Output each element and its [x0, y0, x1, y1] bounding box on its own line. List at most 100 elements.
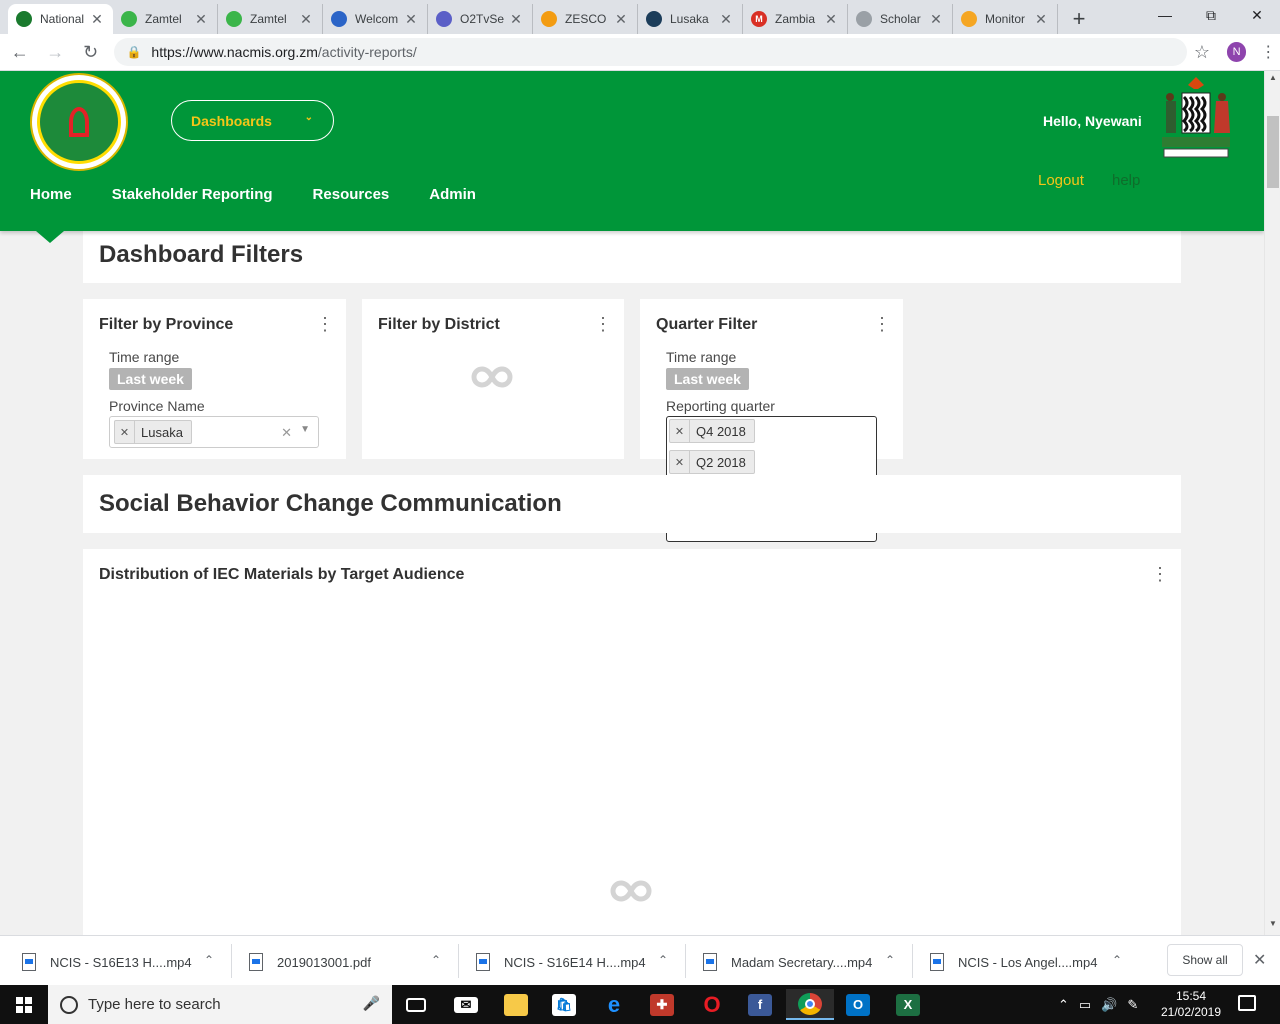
- browser-tab[interactable]: O2TvSe ✕: [428, 4, 533, 34]
- reload-button[interactable]: ↻: [75, 36, 106, 68]
- store-icon[interactable]: 🛍: [540, 989, 588, 1020]
- close-tab-icon[interactable]: ✕: [508, 11, 524, 28]
- scroll-down-icon[interactable]: ▼: [1265, 919, 1280, 933]
- close-tab-icon[interactable]: ✕: [298, 11, 314, 28]
- scroll-up-icon[interactable]: ▲: [1265, 73, 1280, 87]
- chrome-icon[interactable]: [786, 989, 834, 1020]
- nav-admin[interactable]: Admin: [429, 186, 476, 203]
- time-range-pill[interactable]: Last week: [109, 368, 192, 390]
- close-downloads-icon[interactable]: ✕: [1253, 950, 1266, 970]
- download-item[interactable]: 2019013001.pdf ⌃: [249, 947, 441, 977]
- start-button[interactable]: [0, 985, 48, 1024]
- tab-favicon-icon: M: [751, 11, 767, 27]
- taskbar-clock[interactable]: 15:54 21/02/2019: [1155, 988, 1227, 1020]
- browser-tab[interactable]: Zamtel ✕: [218, 4, 323, 34]
- new-tab-button[interactable]: +: [1064, 4, 1094, 34]
- select-arrow-icon[interactable]: ▼: [300, 424, 310, 435]
- browser-tab[interactable]: M Zambia ✕: [743, 4, 848, 34]
- dashboards-dropdown[interactable]: Dashboards ⌄: [171, 100, 334, 141]
- nac-logo[interactable]: [30, 73, 128, 171]
- tab-title: Monitor: [985, 12, 1026, 26]
- close-tab-icon[interactable]: ✕: [823, 11, 839, 28]
- remove-tag-icon[interactable]: ✕: [670, 420, 690, 442]
- download-item[interactable]: NCIS - S16E13 H....mp4 ⌃: [22, 947, 214, 977]
- more-options-icon[interactable]: ⋮: [873, 315, 891, 333]
- scrollbar-thumb[interactable]: [1267, 116, 1279, 188]
- close-tab-icon[interactable]: ✕: [403, 11, 419, 28]
- file-icon: [476, 953, 490, 971]
- close-tab-icon[interactable]: ✕: [718, 11, 734, 28]
- download-item[interactable]: NCIS - S16E14 H....mp4 ⌃: [476, 947, 668, 977]
- filter-by-province-card: Filter by Province ⋮ Time range Last wee…: [83, 299, 346, 459]
- taskbar-search-box[interactable]: Type here to search 🎤: [48, 985, 392, 1024]
- close-tab-icon[interactable]: ✕: [193, 11, 209, 28]
- browser-tab[interactable]: ZESCO ✕: [533, 4, 638, 34]
- browser-tab[interactable]: Welcom ✕: [323, 4, 428, 34]
- tab-title: O2TvSe: [460, 12, 505, 26]
- facebook-icon[interactable]: f: [736, 989, 784, 1020]
- page-scrollbar[interactable]: ▲ ▼: [1264, 71, 1280, 935]
- windows-taskbar: Type here to search 🎤 ✉ 🛍 e ✚ O f O X ⌃ …: [0, 985, 1280, 1024]
- volume-icon[interactable]: 🔊: [1101, 997, 1117, 1013]
- file-icon: [22, 953, 36, 971]
- chevron-up-icon[interactable]: ⌃: [431, 953, 441, 967]
- action-center-icon[interactable]: [1238, 995, 1256, 1011]
- pen-icon[interactable]: ✎: [1127, 997, 1138, 1013]
- browser-tab[interactable]: Zamtel ✕: [113, 4, 218, 34]
- profile-avatar[interactable]: N: [1226, 42, 1247, 62]
- clear-select-icon[interactable]: ✕: [281, 425, 292, 441]
- chevron-up-icon[interactable]: ⌃: [658, 953, 668, 967]
- browser-tab[interactable]: Scholar ✕: [848, 4, 953, 34]
- logout-link[interactable]: Logout: [1038, 172, 1084, 189]
- tab-favicon-icon: [226, 11, 242, 27]
- excel-icon[interactable]: X: [884, 989, 932, 1020]
- chevron-up-icon[interactable]: ⌃: [885, 953, 895, 967]
- file-icon: [930, 953, 944, 971]
- close-window-button[interactable]: ✕: [1234, 0, 1280, 30]
- nav-home[interactable]: Home: [30, 186, 72, 203]
- task-view-icon[interactable]: [392, 989, 440, 1020]
- edge-icon[interactable]: e: [590, 989, 638, 1020]
- province-tag: ✕ Lusaka: [114, 420, 192, 444]
- close-tab-icon[interactable]: ✕: [89, 11, 105, 28]
- browser-menu-icon[interactable]: ⋮: [1256, 42, 1280, 62]
- download-filename: NCIS - Los Angel....mp4: [958, 954, 1098, 970]
- help-link[interactable]: help: [1112, 172, 1140, 189]
- close-tab-icon[interactable]: ✕: [928, 11, 944, 28]
- url-input[interactable]: 🔒 https://www.nacmis.org.zm/activity-rep…: [114, 38, 1188, 66]
- minimize-button[interactable]: —: [1142, 0, 1188, 30]
- battery-icon[interactable]: ▭: [1079, 997, 1091, 1013]
- province-select[interactable]: ✕ Lusaka ✕ ▼: [109, 416, 319, 448]
- show-all-downloads-button[interactable]: Show all: [1167, 944, 1243, 976]
- mail-icon[interactable]: ✉: [442, 989, 490, 1020]
- file-explorer-icon[interactable]: [492, 989, 540, 1020]
- bookmark-star-icon[interactable]: ☆: [1187, 42, 1217, 63]
- opera-icon[interactable]: O: [688, 989, 736, 1020]
- maximize-button[interactable]: ⧉: [1188, 0, 1234, 30]
- chevron-up-icon[interactable]: ⌃: [1058, 997, 1069, 1013]
- download-item[interactable]: NCIS - Los Angel....mp4 ⌃: [930, 947, 1122, 977]
- chevron-up-icon[interactable]: ⌃: [1112, 953, 1122, 967]
- remove-tag-icon[interactable]: ✕: [670, 451, 690, 473]
- nav-stakeholder-reporting[interactable]: Stakeholder Reporting: [112, 186, 273, 203]
- browser-tab[interactable]: National ✕: [8, 4, 113, 34]
- back-button[interactable]: ←: [4, 36, 35, 68]
- forward-button[interactable]: →: [39, 36, 70, 68]
- time-range-pill[interactable]: Last week: [666, 368, 749, 390]
- outlook-icon[interactable]: O: [834, 989, 882, 1020]
- nav-resources[interactable]: Resources: [313, 186, 390, 203]
- browser-tab[interactable]: Lusaka ✕: [638, 4, 743, 34]
- more-options-icon[interactable]: ⋮: [316, 315, 334, 333]
- more-options-icon[interactable]: ⋮: [594, 315, 612, 333]
- microphone-icon[interactable]: 🎤: [363, 995, 380, 1012]
- tab-favicon-icon: [961, 11, 977, 27]
- chevron-up-icon[interactable]: ⌃: [204, 953, 214, 967]
- download-divider: [685, 944, 686, 978]
- close-tab-icon[interactable]: ✕: [1033, 11, 1049, 28]
- remove-tag-icon[interactable]: ✕: [115, 421, 135, 443]
- download-item[interactable]: Madam Secretary....mp4 ⌃: [703, 947, 895, 977]
- close-tab-icon[interactable]: ✕: [613, 11, 629, 28]
- security-shield-icon[interactable]: ✚: [638, 989, 686, 1020]
- browser-tab[interactable]: Monitor ✕: [953, 4, 1058, 34]
- more-options-icon[interactable]: ⋮: [1151, 565, 1169, 583]
